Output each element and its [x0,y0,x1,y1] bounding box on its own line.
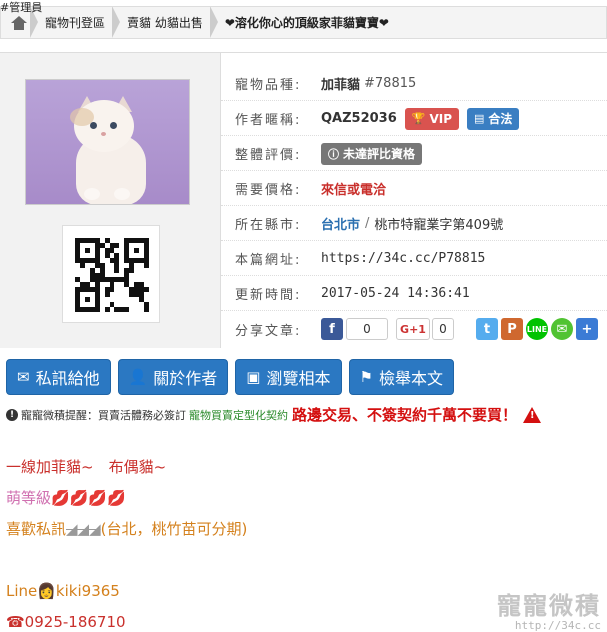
info-icon: ⓘ [328,147,339,161]
listing-fields: 寵物品種: 加菲貓 #78815 作者暱稱: QAZ52036 🏆 VIP ▤ 合法… [221,53,607,348]
report-button-label: 檢舉本文 [378,369,443,388]
field-author: 作者暱稱: QAZ52036 🏆 VIP ▤ 合法 [221,102,607,136]
notice-warning: 路邊交易、不簽契約千萬不要買！ [292,406,518,424]
license-number: 桃市特寵業字第409號 [374,218,504,233]
notice-label: 寵寵微積提醒： [21,408,98,422]
report-button[interactable]: ⚑ 檢舉本文 [348,359,454,395]
album-button[interactable]: ▣ 瀏覽相本 [235,359,342,395]
rating-badge: ⓘ 未達評比資格 [321,142,423,165]
decorative-marks: ◢◢◢ [66,520,101,538]
action-buttons: ✉ 私訊給他 👤 關於作者 ▣ 瀏覽相本 ⚑ 檢舉本文 [6,359,454,395]
message-button-label: 私訊給他 [35,369,100,388]
album-button-label: 瀏覽相本 [266,369,331,388]
field-updated: 更新時間: 2017-05-24 14:36:41 [221,277,607,311]
envelope-icon: ✉ [17,368,30,386]
body-line-3-note: (台北，桃竹苗可分期) [100,520,248,538]
flag-icon: ⚑ [359,368,373,386]
home-icon [11,15,27,30]
rating-value: 未達評比資格 [343,147,416,161]
watermark-brand: 寵寵微積 [497,592,601,620]
more-share-icon[interactable]: + [576,318,598,340]
safety-notice: ! 寵寵微積提醒： 買賣活體務必簽訂 寵物買賣定型化契約 路邊交易、不簽契約千萬… [6,404,607,425]
updated-label: 更新時間: [235,288,302,303]
id-card-icon: ▤ [474,112,485,125]
twitter-share-icon[interactable]: t [476,318,498,340]
rating-label: 整體評價: [235,148,302,163]
share-label: 分享文章: [235,323,302,339]
breadcrumb-item-current: ❤溶化你心的頂級家菲貓寶寶❤ [224,16,389,30]
separator: / [365,216,370,231]
city-value[interactable]: 台北市 [321,214,360,233]
breadcrumb: 寵物刊登區 賣貓 幼貓出售 ❤溶化你心的頂級家菲貓寶寶❤ [0,6,607,39]
trophy-icon: 🏆 [411,112,426,125]
plurk-share-icon[interactable]: P [501,318,523,340]
breed-label: 寵物品種: [235,78,302,93]
watermark-url: http://34c.cc [514,619,601,632]
wechat-share-icon[interactable]: ✉ [551,318,573,340]
field-city: 所在縣市: 台北市 / 桃市特寵業字第409號 [221,207,607,241]
listing-info-panel: 寵物品種: 加菲貓 #78815 作者暱稱: QAZ52036 🏆 VIP ▤ 合法… [0,52,607,348]
lips-emoji: 💋💋💋💋 [51,489,126,507]
gplus-button[interactable]: G+1 [396,318,430,340]
vip-badge: 🏆 VIP [404,107,460,130]
city-label: 所在縣市: [235,218,302,233]
about-button-label: 關於作者 [153,369,218,388]
body-line-2-text: 萌等級 [6,489,52,507]
picture-icon: ▣ [246,368,261,386]
share-row: 分享文章: f 0 G+1 0 t P LINE ✉ + [221,310,607,348]
updated-time: 2017-05-24 14:36:41 [321,286,470,301]
body-line-1: 一線加菲貓~ 布偶貓~ [6,458,167,476]
author-label: 作者暱稱: [235,113,302,128]
listing-media [0,53,221,348]
field-rating: 整體評價: ⓘ 未達評比資格 [221,137,607,171]
post-url[interactable]: https://34c.cc/P78815 [321,251,485,266]
field-breed: 寵物品種: 加菲貓 #78815 [221,67,607,101]
qr-code [62,225,160,323]
line-share-icon[interactable]: LINE [526,318,548,340]
breadcrumb-item-pet-listing[interactable]: 寵物刊登區 [37,7,121,38]
breadcrumb-item-kitten-sale[interactable]: 賣貓 幼貓出售 [119,7,218,38]
facebook-share-button[interactable]: f [321,318,343,340]
legal-badge: ▤ 合法 [467,107,520,130]
price-value: 來信或電洽 [321,183,387,198]
admin-tag: #管理員 [0,1,43,14]
exclamation-icon: ! [6,408,18,421]
field-price: 需要價格: 來信或電洽 [221,172,607,206]
price-label: 需要價格: [235,183,302,198]
vip-badge-label: VIP [429,111,453,126]
kitten-photo[interactable] [25,79,190,205]
notice-text: 買賣活體務必簽訂 [98,408,186,422]
watermark: 寵寵微積 http://34c.cc [497,593,601,632]
body-line-3: 喜歡私訊◢◢◢(台北，桃竹苗可分期) [6,514,596,545]
message-button[interactable]: ✉ 私訊給他 [6,359,111,395]
url-label: 本篇網址: [235,253,302,268]
warning-icon [523,406,542,423]
about-author-button[interactable]: 👤 關於作者 [117,359,229,395]
legal-badge-label: 合法 [488,112,513,126]
body-line-2: 萌等級💋💋💋💋 [6,483,596,514]
field-url: 本篇網址: https://34c.cc/P78815 [221,242,607,276]
gplus-count: 0 [432,318,454,340]
listing-id: #78815 [364,76,417,91]
facebook-share-count: 0 [346,318,388,340]
user-icon: 👤 [128,368,148,386]
contract-link[interactable]: 寵物買賣定型化契約 [189,407,288,423]
body-line-3-text: 喜歡私訊 [6,520,67,538]
breed-value[interactable]: 加菲貓 [321,74,360,93]
author-name[interactable]: QAZ52036 [321,111,397,126]
